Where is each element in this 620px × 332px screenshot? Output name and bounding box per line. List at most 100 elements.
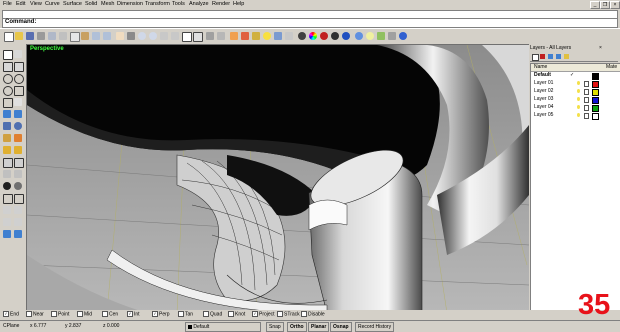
copy-icon[interactable]: [69, 31, 80, 42]
mirror-icon[interactable]: [2, 217, 12, 227]
zoom-window-icon[interactable]: [148, 31, 158, 41]
osnap-near[interactable]: Near: [26, 311, 44, 317]
column-material[interactable]: Mate: [606, 64, 617, 70]
dimension-icon[interactable]: [2, 229, 12, 239]
lock-icon[interactable]: [584, 105, 589, 111]
layer-row-04[interactable]: Layer 04: [531, 104, 620, 112]
ungroup-icon[interactable]: [13, 181, 23, 191]
delete-layer-icon[interactable]: [540, 54, 545, 59]
osnap-end[interactable]: ✓ End: [3, 311, 19, 317]
close-icon[interactable]: ×: [610, 1, 620, 9]
zoom-dynamic-icon[interactable]: [137, 31, 147, 41]
perspective-viewport[interactable]: Perspective: [26, 44, 530, 314]
viewport-title[interactable]: Perspective: [30, 46, 64, 52]
new-file-icon[interactable]: [3, 31, 14, 42]
surface-corner-icon[interactable]: [2, 109, 12, 119]
options-icon[interactable]: [387, 31, 397, 41]
undo-icon[interactable]: [91, 31, 101, 41]
minimize-icon[interactable]: _: [590, 1, 600, 9]
import-icon[interactable]: [47, 31, 57, 41]
move-down-icon[interactable]: [556, 54, 561, 59]
analysis-icon[interactable]: [376, 31, 386, 41]
layer-color-swatch[interactable]: [592, 89, 599, 96]
zoom-extents-icon[interactable]: [159, 31, 169, 41]
sphere-solid-icon[interactable]: [13, 121, 23, 131]
select-all-icon[interactable]: [205, 31, 215, 41]
lock-icon[interactable]: [584, 89, 589, 95]
move-up-icon[interactable]: [548, 54, 553, 59]
move-icon[interactable]: [2, 193, 13, 204]
osnap-disable[interactable]: Disable: [301, 311, 325, 317]
join-icon[interactable]: [2, 169, 12, 179]
menu-surface[interactable]: Surface: [63, 1, 82, 7]
light-bulb-icon[interactable]: [577, 89, 580, 93]
osnap-tan[interactable]: Tan: [178, 311, 193, 317]
menu-analyze[interactable]: Analyze: [189, 1, 209, 7]
light-bulb-icon[interactable]: [577, 105, 580, 109]
environment-icon[interactable]: [354, 31, 364, 41]
scale-icon[interactable]: [13, 205, 23, 215]
save-icon[interactable]: [25, 31, 35, 41]
layer-color-swatch[interactable]: [592, 97, 599, 104]
menu-render[interactable]: Render: [212, 1, 230, 7]
four-viewports-icon[interactable]: [181, 31, 192, 42]
group-icon[interactable]: [2, 181, 12, 191]
material-icon[interactable]: [341, 31, 351, 41]
polyline-icon[interactable]: [2, 61, 13, 72]
osnap-quad[interactable]: Quad: [203, 311, 222, 317]
osnap-strack[interactable]: STrack: [277, 311, 300, 317]
cplane-icon[interactable]: [216, 31, 226, 41]
render-preview-icon[interactable]: [330, 31, 340, 41]
osnap-int[interactable]: ✓ Int: [127, 311, 140, 317]
menu-dimension[interactable]: Dimension: [117, 1, 143, 7]
chamfer-icon[interactable]: [13, 145, 23, 155]
menu-solid[interactable]: Solid: [85, 1, 97, 7]
lock-objects-icon[interactable]: [251, 31, 261, 41]
cut-icon[interactable]: [58, 31, 68, 41]
show-objects-icon[interactable]: [240, 31, 250, 41]
rotate-view-icon[interactable]: [126, 31, 136, 41]
menu-help[interactable]: Help: [233, 1, 244, 7]
circle-icon[interactable]: [2, 73, 13, 84]
layer-row-03[interactable]: Layer 03: [531, 96, 620, 104]
properties-icon[interactable]: [284, 31, 294, 41]
redo-icon[interactable]: [102, 31, 112, 41]
ellipse-icon[interactable]: [2, 85, 13, 96]
extrude-icon[interactable]: [13, 109, 23, 119]
paste-icon[interactable]: [80, 31, 90, 41]
light-bulb-icon[interactable]: [577, 113, 580, 117]
point-icon[interactable]: [13, 49, 23, 59]
restore-icon[interactable]: ❐: [600, 1, 610, 9]
light-icon[interactable]: [365, 31, 375, 41]
menu-curve[interactable]: Curve: [45, 1, 60, 7]
polygon-icon[interactable]: [2, 97, 13, 108]
light-bulb-icon[interactable]: [577, 97, 580, 101]
print-icon[interactable]: [36, 31, 46, 41]
menu-transform[interactable]: Transform: [145, 1, 170, 7]
split-icon[interactable]: [13, 157, 24, 168]
osnap-project[interactable]: ✓ Project: [252, 311, 275, 317]
help-icon[interactable]: [398, 31, 408, 41]
command-input[interactable]: Command:: [2, 18, 618, 28]
menu-view[interactable]: View: [30, 1, 42, 7]
color-wheel-icon[interactable]: [308, 31, 318, 41]
zoom-selected-icon[interactable]: [170, 31, 180, 41]
menu-mesh[interactable]: Mesh: [101, 1, 114, 7]
curve-icon[interactable]: [13, 61, 24, 72]
lock-icon[interactable]: [584, 113, 589, 119]
osnap-point[interactable]: Point: [51, 311, 69, 317]
layer-row-02[interactable]: Layer 02: [531, 88, 620, 96]
layer-row-default[interactable]: Default ✓: [531, 72, 620, 80]
hide-objects-icon[interactable]: [229, 31, 239, 41]
loft-icon[interactable]: [13, 133, 23, 143]
menu-tools[interactable]: Tools: [172, 1, 185, 7]
trim-icon[interactable]: [2, 157, 13, 168]
layer-row-01[interactable]: Layer 01: [531, 80, 620, 88]
layer-row-05[interactable]: Layer 05: [531, 112, 620, 120]
layer-color-swatch[interactable]: [592, 73, 599, 80]
pan-hand-icon[interactable]: [115, 31, 125, 41]
render-sphere-icon[interactable]: [319, 31, 329, 41]
layer-color-swatch[interactable]: [592, 113, 599, 120]
panel-close-icon[interactable]: ×: [599, 45, 602, 51]
lock-icon[interactable]: [584, 81, 589, 87]
